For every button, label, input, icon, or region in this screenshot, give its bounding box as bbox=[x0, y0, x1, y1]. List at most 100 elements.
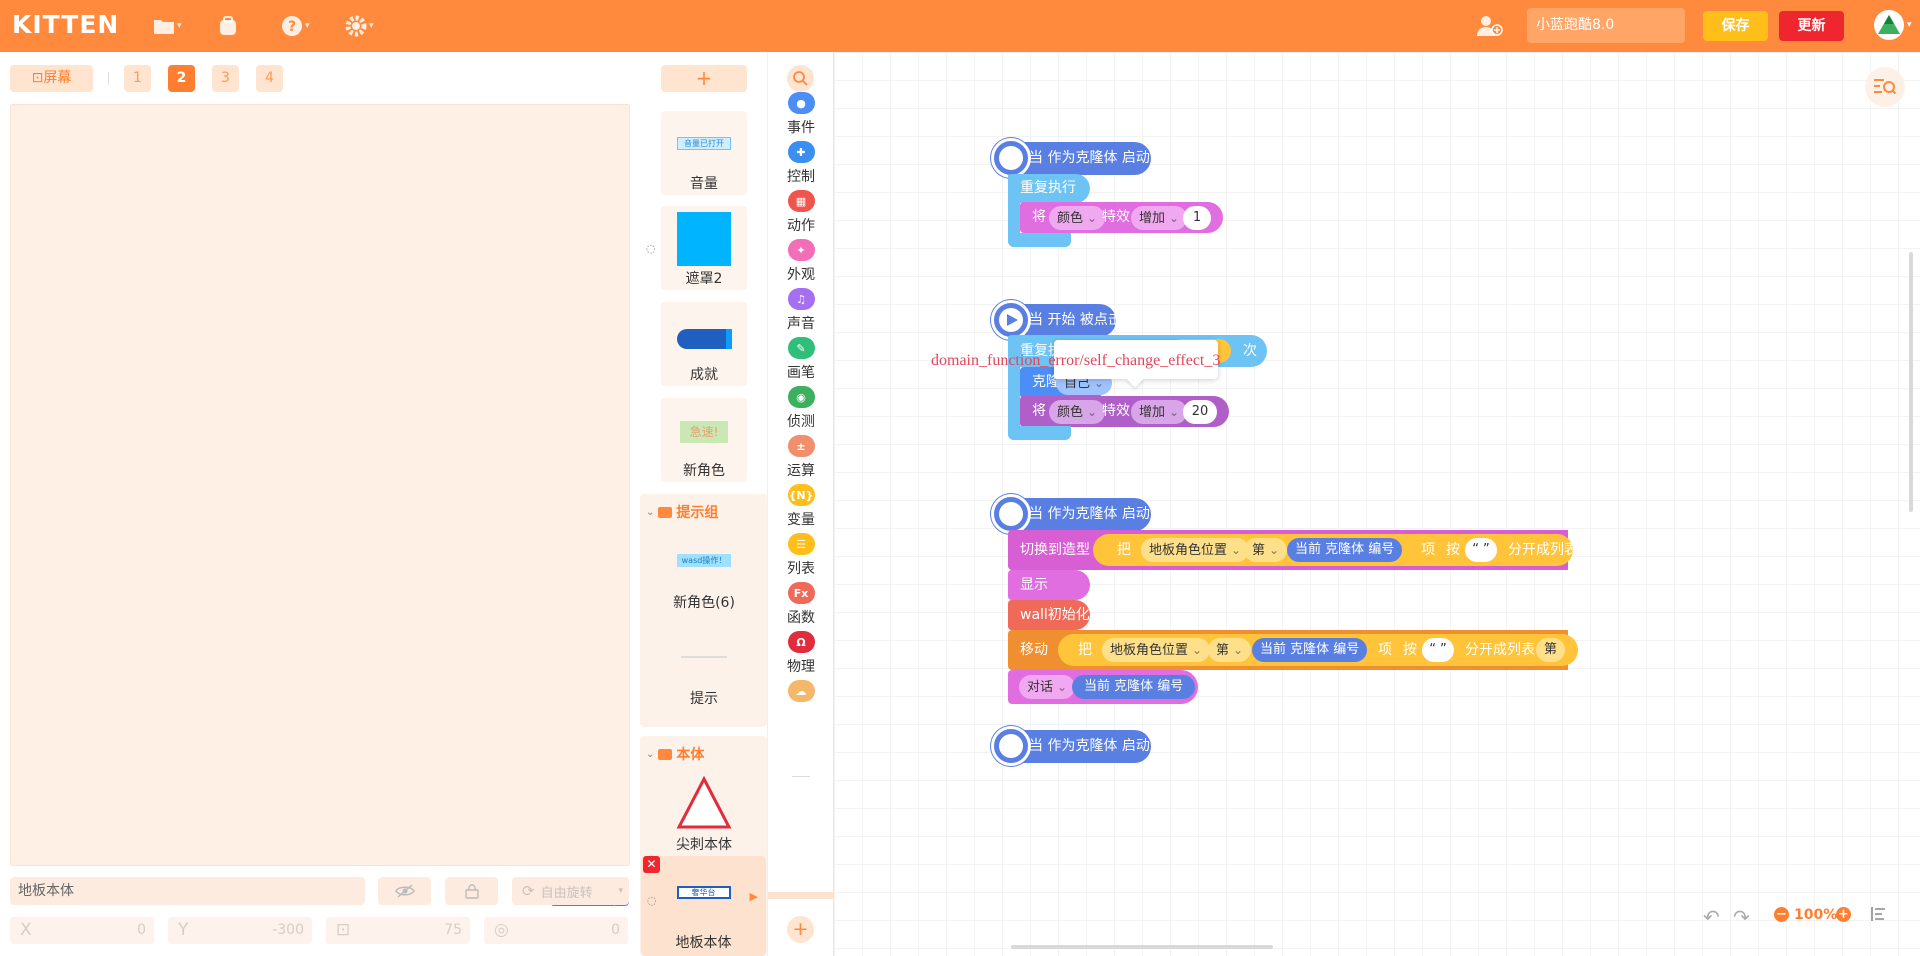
spike-triangle-icon bbox=[676, 776, 732, 829]
property-dropdown[interactable]: 颜色 bbox=[1049, 206, 1106, 230]
redo-button[interactable]: ↷ bbox=[1733, 905, 1750, 929]
undo-button[interactable]: ↶ bbox=[1703, 905, 1720, 929]
zoom-out-button[interactable]: − bbox=[1774, 907, 1789, 922]
size-field[interactable]: ⊡ 75 bbox=[326, 917, 470, 944]
clone-number-reporter[interactable]: 当前 克隆体 编号 bbox=[1072, 675, 1196, 699]
direction-field[interactable]: ◎ 0 bbox=[484, 917, 628, 944]
file-menu-button[interactable]: ▾ bbox=[153, 12, 182, 40]
add-extension-button[interactable]: + bbox=[787, 916, 814, 943]
category-label: 变量 bbox=[787, 512, 815, 528]
hat-block[interactable]: 当 作为克隆体 启动时 bbox=[991, 726, 1164, 766]
tidy-blocks-button[interactable] bbox=[1871, 906, 1887, 926]
category-item[interactable]: ✎ 画笔 bbox=[768, 337, 834, 382]
screen-page-3[interactable]: 3 bbox=[212, 65, 239, 92]
operation-dropdown[interactable]: 增加 bbox=[1131, 206, 1188, 230]
visibility-toggle[interactable] bbox=[378, 877, 431, 905]
workspace-menu-button[interactable] bbox=[1865, 67, 1905, 107]
hat-block[interactable]: 当 开始 被点击 bbox=[991, 300, 1122, 340]
separator-input[interactable]: “ ” bbox=[1465, 538, 1497, 562]
zoom-in-button[interactable]: + bbox=[1836, 907, 1851, 922]
repeat-forever-block[interactable]: 重复执行 bbox=[1008, 174, 1090, 203]
effect-value-input[interactable]: 1 bbox=[1183, 206, 1211, 230]
dialog-dropdown[interactable]: 对话 bbox=[1019, 675, 1076, 699]
nth-dropdown[interactable]: 第 bbox=[1208, 638, 1252, 662]
screen-page-2[interactable]: 2 bbox=[168, 65, 195, 92]
wall-init-block[interactable]: wall初始化 bbox=[1008, 600, 1090, 630]
help-menu-button[interactable]: ? ▾ bbox=[281, 12, 310, 40]
category-item[interactable]: {N} 变量 bbox=[768, 484, 834, 529]
user-avatar[interactable] bbox=[1874, 10, 1904, 40]
sprite-name-input[interactable]: 地板本体 bbox=[10, 877, 365, 905]
category-icon: ♫ bbox=[787, 288, 815, 310]
sprite-item-achievement[interactable]: 成就 bbox=[661, 302, 747, 386]
screen-button[interactable]: ⊡屏幕 bbox=[10, 65, 93, 92]
sprite-item-hint[interactable]: 提示 bbox=[661, 626, 747, 710]
vertical-scrollbar[interactable] bbox=[1909, 252, 1913, 512]
sprite-item-new-role[interactable]: 急速! 新角色 bbox=[661, 398, 747, 482]
variable-dropdown[interactable]: 地板角色位置 bbox=[1102, 638, 1211, 662]
sprite-item-spike-body[interactable]: 尖刺本体 bbox=[661, 772, 747, 856]
nth-dropdown[interactable]: 第 bbox=[1536, 638, 1566, 662]
item-label: 项 bbox=[1421, 542, 1435, 558]
category-item[interactable]: ☁ 云变量 bbox=[768, 680, 834, 706]
nth-dropdown[interactable]: 第 bbox=[1244, 538, 1288, 562]
category-item[interactable]: ☰ 列表 bbox=[768, 533, 834, 578]
rotation-style-select[interactable]: ⟳ 自由旋转 ▾ bbox=[512, 877, 629, 905]
backpack-button[interactable] bbox=[217, 12, 239, 40]
horizontal-scrollbar[interactable] bbox=[1011, 945, 1273, 949]
update-button[interactable]: 更新 bbox=[1779, 11, 1844, 41]
say-block[interactable]: 对话 当前 克隆体 编号 bbox=[1008, 670, 1198, 704]
show-block[interactable]: 显示 bbox=[1008, 570, 1090, 600]
chevron-right-icon[interactable]: ▶ bbox=[750, 890, 758, 903]
hat-block[interactable]: 当 作为克隆体 启动时 bbox=[991, 138, 1164, 178]
sprite-item-floor-body[interactable]: ✕ ◌ 奢华台 ▶ 地板本体 bbox=[641, 856, 766, 956]
clone-number-reporter[interactable]: 当前 克隆体 编号 bbox=[1287, 538, 1403, 562]
sprite-item-mask2[interactable]: 遮罩2 bbox=[661, 206, 747, 290]
list-item-reporter[interactable]: 把 地板角色位置 第 当前 克隆体 编号 项 按 “ ” 分开成列表 bbox=[1093, 534, 1578, 566]
add-sprite-button[interactable]: + bbox=[661, 65, 747, 92]
category-item[interactable]: ♫ 声音 bbox=[768, 288, 834, 333]
property-dropdown[interactable]: 颜色 bbox=[1049, 400, 1106, 424]
category-item[interactable]: ✚ 控制 bbox=[768, 141, 834, 186]
folder-icon bbox=[658, 506, 673, 518]
project-name-input[interactable]: 小蓝跑酷8.0 bbox=[1527, 8, 1685, 43]
screen-page-1[interactable]: 1 bbox=[124, 65, 151, 92]
separator-input[interactable]: “ ” bbox=[1422, 638, 1454, 662]
sprite-thumbnail: 奢华台 bbox=[641, 886, 766, 899]
hat-block[interactable]: 当 作为克隆体 启动时 bbox=[991, 494, 1164, 534]
category-item[interactable]: ● 事件 bbox=[768, 92, 834, 137]
svg-text:?: ? bbox=[288, 19, 296, 35]
close-icon[interactable]: ✕ bbox=[643, 856, 660, 873]
screen-page-4[interactable]: 4 bbox=[256, 65, 283, 92]
change-effect-block[interactable]: 将 颜色 特效 增加 1 bbox=[1020, 202, 1223, 233]
group-header[interactable]: ⌄ 本体 bbox=[646, 744, 704, 764]
category-item[interactable]: ✦ 外观 bbox=[768, 239, 834, 284]
category-item[interactable]: ▦ 动作 bbox=[768, 190, 834, 235]
group-header[interactable]: ⌄ 提示组 bbox=[646, 502, 718, 522]
change-effect-block[interactable]: 将 颜色 特效 增加 20 bbox=[1020, 396, 1229, 427]
category-item[interactable]: ± 运算 bbox=[768, 435, 834, 480]
add-collaborator-button[interactable] bbox=[1476, 12, 1504, 40]
x-coordinate-field[interactable]: X 0 bbox=[10, 917, 154, 944]
category-item[interactable]: Ω 物理 bbox=[768, 631, 834, 676]
clone-number-reporter[interactable]: 当前 克隆体 编号 bbox=[1252, 638, 1368, 662]
by-label: 按 bbox=[1446, 542, 1460, 558]
y-coordinate-field[interactable]: Y -300 bbox=[168, 917, 312, 944]
stage-canvas[interactable] bbox=[10, 104, 630, 866]
lock-toggle[interactable] bbox=[445, 877, 498, 905]
sprite-item-volume[interactable]: 音量已打开 音量 bbox=[661, 111, 747, 195]
scroll-indicator[interactable] bbox=[768, 892, 834, 899]
list-item-reporter[interactable]: 把 地板角色位置 第 当前 克隆体 编号 项 按 “ ” 分开成列表 第 bbox=[1058, 634, 1578, 666]
save-button[interactable]: 保存 bbox=[1703, 11, 1768, 41]
category-item[interactable]: Fx 函数 bbox=[768, 582, 834, 627]
variable-dropdown[interactable]: 地板角色位置 bbox=[1141, 538, 1250, 562]
sprite-item-new-role-6[interactable]: wasd操作！ 新角色(6) bbox=[661, 530, 747, 614]
switch-costume-block[interactable]: 切换到造型 把 地板角色位置 第 当前 克隆体 编号 项 按 “ ” 分开成列表 bbox=[1008, 530, 1578, 570]
operation-dropdown[interactable]: 增加 bbox=[1131, 400, 1188, 424]
category-item[interactable]: ◉ 侦测 bbox=[768, 386, 834, 431]
effect-value-input[interactable]: 20 bbox=[1183, 400, 1217, 424]
settings-menu-button[interactable]: ▾ bbox=[345, 12, 374, 40]
move-block[interactable]: 移动 把 地板角色位置 第 当前 克隆体 编号 项 按 “ ” 分开成列表 第 bbox=[1008, 630, 1578, 670]
block-search-button[interactable] bbox=[787, 65, 814, 92]
eye-off-icon[interactable]: ◌ bbox=[646, 242, 656, 255]
